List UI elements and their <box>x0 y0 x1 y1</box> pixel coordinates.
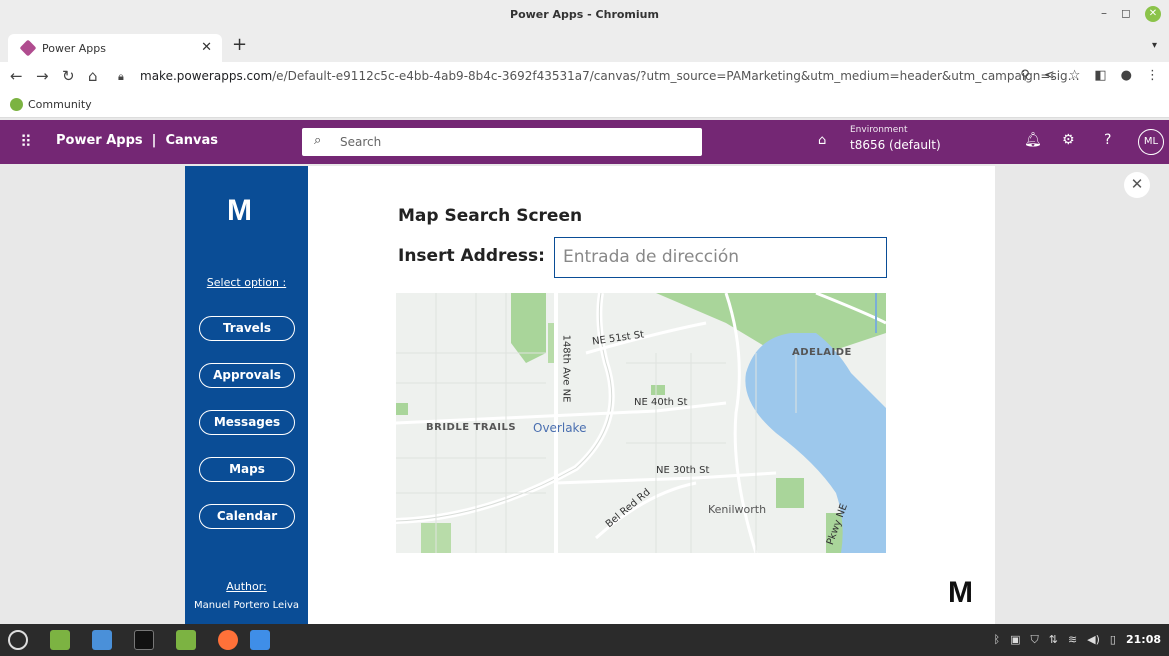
tab-power-apps[interactable]: Power Apps ✕ <box>8 34 222 62</box>
text-editor-icon[interactable] <box>250 630 270 650</box>
travels-button[interactable]: Travels <box>199 316 295 341</box>
new-tab-icon[interactable]: + <box>232 34 247 55</box>
menu-kebab-icon[interactable]: ⋮ <box>1146 68 1159 83</box>
calendar-button[interactable]: Calendar <box>199 504 295 529</box>
maximize-icon[interactable]: ◻ <box>1121 6 1131 22</box>
notification-bell-icon[interactable]: 🔔︎ <box>1024 132 1042 148</box>
network-icon[interactable]: ⇅ <box>1049 633 1058 647</box>
avatar[interactable]: ML <box>1138 129 1164 155</box>
tab-menu-chevron-icon[interactable]: ▾ <box>1152 40 1157 51</box>
tab-bar: Power Apps ✕ <box>0 30 1169 62</box>
page-title: Map Search Screen <box>398 206 583 226</box>
bluetooth-icon[interactable]: ᛒ <box>993 633 1000 647</box>
address-label: Insert Address: <box>398 246 545 266</box>
volume-icon[interactable]: ◀︎) <box>1087 633 1100 647</box>
bookmark-community[interactable]: Community <box>28 98 92 111</box>
url-path: /e/Default-e9112c5c-e4bb-4ab9-8b4c-3692f… <box>272 69 1080 83</box>
help-icon[interactable]: ? <box>1104 132 1111 148</box>
address-bar[interactable]: make.powerapps.com/e/Default-e9112c5c-e4… <box>140 69 1080 83</box>
settings-gear-icon[interactable]: ⚙ <box>1062 132 1075 148</box>
power-apps-header: ⠿ Power Apps | Canvas ⌕ Search ⌂ Environ… <box>0 120 1169 164</box>
window-titlebar: Power Apps - Chromium – ◻ ✕ <box>0 0 1169 30</box>
map-label-road: NE 30th St <box>656 465 710 476</box>
community-icon <box>10 98 23 111</box>
brand-logo: M <box>227 194 252 227</box>
bookmark-star-icon[interactable]: ☆ <box>1069 68 1081 83</box>
window-controls: – ◻ ✕ <box>1101 6 1161 22</box>
browser-toolbar: ← → ↻ ⌂ 🔒︎ make.powerapps.com/e/Default-… <box>0 62 1169 92</box>
power-apps-favicon-icon <box>19 39 37 57</box>
url-host: make.powerapps.com <box>140 69 273 83</box>
workspace: ✕ M Select option : Travels Approvals Me… <box>0 164 1169 624</box>
wifi-icon[interactable]: ≋ <box>1068 633 1077 647</box>
author-name: Manuel Portero Leiva <box>193 600 300 611</box>
shield-icon[interactable]: ⛉ <box>1030 633 1038 647</box>
tab-close-icon[interactable]: ✕ <box>201 40 212 55</box>
window-title: Power Apps - Chromium <box>510 8 659 21</box>
terminal-icon[interactable] <box>134 630 154 650</box>
map-label-area: BRIDLE TRAILS <box>426 422 517 433</box>
map-label-area: ADELAIDE <box>792 347 852 358</box>
app-sidebar: M Select option : Travels Approvals Mess… <box>185 166 308 624</box>
reload-icon[interactable]: ↻ <box>62 67 75 85</box>
clock[interactable]: 21:08 <box>1126 633 1161 647</box>
os-taskbar: ᛒ ▣ ⛉ ⇅ ≋ ◀︎) ▯ 21:08 <box>0 624 1169 656</box>
map-label-road: 148th Ave NE <box>560 334 572 403</box>
map-label-city: Kenilworth <box>708 503 767 516</box>
close-window-icon[interactable]: ✕ <box>1145 6 1161 22</box>
clipboard-icon[interactable]: ▣ <box>1010 633 1020 647</box>
address-input[interactable]: Entrada de dirección <box>554 237 887 278</box>
show-desktop-icon[interactable] <box>50 630 70 650</box>
map-control[interactable]: NE 51st St 148th Ave NE NE 40th St NE 30… <box>396 293 886 553</box>
app-canvas: M Select option : Travels Approvals Mess… <box>185 166 995 624</box>
toolbar-actions: ⚲ < ☆ ◧ ● ⋮ <box>1020 68 1159 83</box>
close-preview-button[interactable]: ✕ <box>1124 172 1150 198</box>
approvals-button[interactable]: Approvals <box>199 363 295 388</box>
bookmarks-bar: Community <box>0 92 1169 118</box>
author-label: Author: <box>226 580 267 593</box>
side-panel-icon[interactable]: ◧ <box>1094 68 1106 83</box>
firefox-icon[interactable] <box>218 630 238 650</box>
messages-button[interactable]: Messages <box>199 410 295 435</box>
forward-icon[interactable]: → <box>36 67 49 85</box>
search-placeholder: Search <box>340 135 382 149</box>
share-icon[interactable]: < <box>1044 68 1055 83</box>
battery-icon[interactable]: ▯ <box>1110 633 1116 647</box>
chromium-icon[interactable] <box>92 630 112 650</box>
system-tray: ᛒ ▣ ⛉ ⇅ ≋ ◀︎) ▯ 21:08 <box>993 633 1161 647</box>
map-label-road: NE 40th St <box>634 397 688 408</box>
location-pin-icon[interactable]: ⚲ <box>1020 68 1030 83</box>
search-input[interactable]: ⌕ Search <box>302 128 702 156</box>
mint-menu-icon[interactable] <box>8 630 28 650</box>
corner-logo: M <box>948 576 973 609</box>
back-icon[interactable]: ← <box>10 67 23 85</box>
minimize-icon[interactable]: – <box>1101 6 1107 22</box>
tab-label: Power Apps <box>42 42 106 55</box>
search-icon: ⌕ <box>314 133 322 148</box>
lock-icon: 🔒︎ <box>118 70 124 83</box>
environment-icon[interactable]: ⌂ <box>818 133 826 148</box>
app-name: Power Apps | Canvas <box>56 133 219 148</box>
files-icon[interactable] <box>176 630 196 650</box>
profile-icon[interactable]: ● <box>1121 68 1132 83</box>
environment-label: Environment <box>850 125 908 135</box>
home-icon[interactable]: ⌂ <box>88 67 98 85</box>
select-option-label: Select option : <box>206 276 287 289</box>
maps-button[interactable]: Maps <box>199 457 295 482</box>
environment-value[interactable]: t8656 (default) <box>850 138 941 152</box>
app-launcher-waffle-icon[interactable]: ⠿ <box>20 132 32 151</box>
map-label-city: Overlake <box>533 421 587 435</box>
